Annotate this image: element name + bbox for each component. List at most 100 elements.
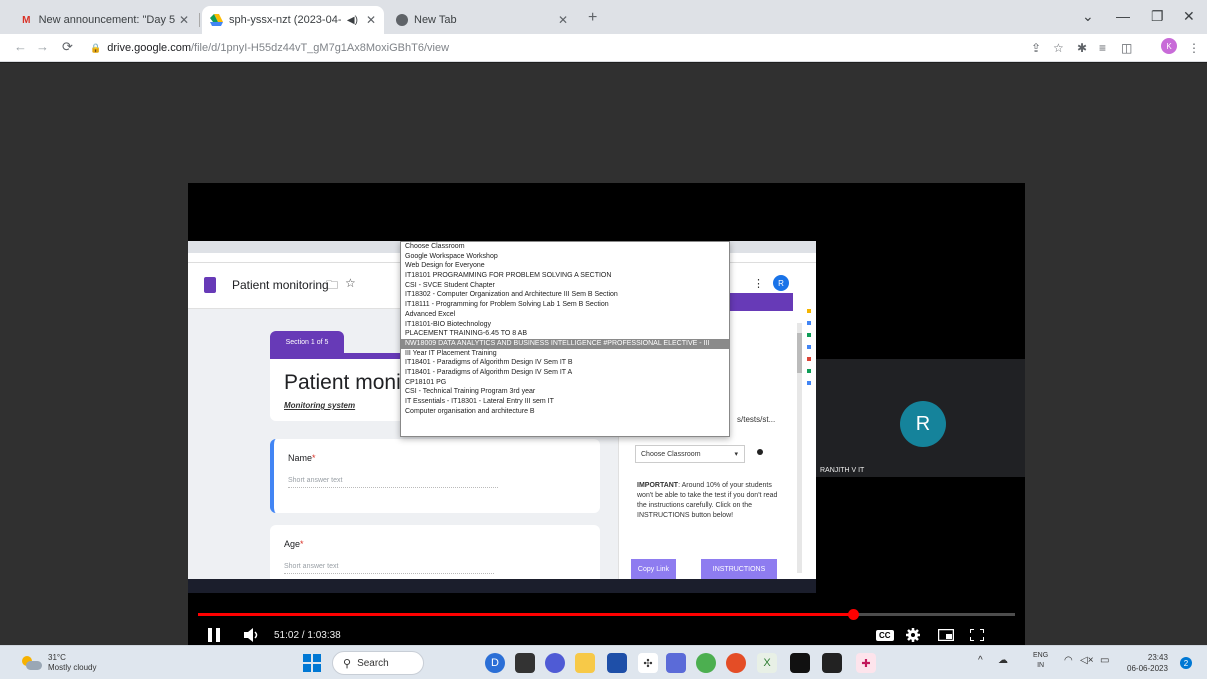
- tab-search-icon[interactable]: ⌄: [1082, 8, 1094, 25]
- participant-tile: R RANJITH V IT: [816, 359, 1025, 477]
- tab-newtab[interactable]: New Tab ✕: [388, 6, 576, 34]
- close-icon[interactable]: ✕: [558, 13, 568, 27]
- dropdown-option: Google Workspace Workshop: [405, 252, 498, 260]
- terminal-icon[interactable]: [790, 653, 810, 673]
- classroom-select: Choose Classroom ▾: [635, 445, 745, 463]
- extensions-icon[interactable]: ✱: [1077, 41, 1087, 55]
- dropdown-option: IT18111 - Programming for Problem Solvin…: [405, 301, 609, 309]
- section-badge: Section 1 of 5: [270, 331, 344, 353]
- browser-tab-strip: M New announcement: "Day 5 link ✕ sph-ys…: [0, 0, 1207, 34]
- system-clock[interactable]: 23:43 06-06-2023: [1127, 652, 1168, 674]
- speaker-icon[interactable]: ◁×: [1080, 655, 1094, 666]
- scrubber-handle[interactable]: [848, 609, 860, 620]
- fullscreen-icon[interactable]: [970, 623, 984, 647]
- close-icon[interactable]: ✕: [366, 13, 376, 27]
- captions-icon[interactable]: CC: [876, 623, 894, 647]
- file-explorer-icon[interactable]: [575, 653, 595, 673]
- kebab-menu-icon: ⋮: [753, 278, 764, 290]
- side-extension-strip: [802, 301, 816, 579]
- inner-taskbar: [188, 579, 816, 593]
- dropdown-option: Computer organisation and architecture B: [405, 407, 535, 415]
- volume-icon[interactable]: [244, 623, 260, 647]
- weather-widget[interactable]: 31°C Mostly cloudy: [20, 653, 96, 673]
- taskbar-search[interactable]: ⚲ Search: [332, 651, 424, 675]
- tab-gmail[interactable]: M New announcement: "Day 5 link ✕: [12, 6, 197, 34]
- network-alert-icon[interactable]: ☁: [998, 655, 1008, 666]
- video-player[interactable]: Patient monitoring 🗀 ☆ Section 1 of 5 Pa…: [188, 183, 1025, 653]
- pause-icon[interactable]: [208, 623, 220, 647]
- app-icon[interactable]: [822, 653, 842, 673]
- dropdown-option: Choose Classroom: [405, 243, 465, 250]
- windows-start-icon[interactable]: [303, 654, 321, 672]
- chevron-down-icon: ▾: [734, 451, 738, 458]
- dropdown-option: Web Design for Everyone: [405, 262, 485, 270]
- teams-chat-icon[interactable]: [545, 653, 565, 673]
- restore-icon[interactable]: ❐: [1151, 8, 1164, 25]
- teams-icon[interactable]: [666, 653, 686, 673]
- tab-drive[interactable]: sph-yssx-nzt (2023-04-27 11 ◀) ✕: [202, 6, 384, 34]
- progress-fill: [198, 613, 854, 616]
- kebab-menu-icon[interactable]: ⋮: [1188, 41, 1200, 55]
- task-view-icon[interactable]: [515, 653, 535, 673]
- avatar: R: [773, 275, 789, 291]
- profile-avatar[interactable]: K: [1161, 38, 1177, 54]
- notification-badge[interactable]: 2: [1180, 657, 1192, 669]
- side-panel-icon[interactable]: ◫: [1121, 41, 1132, 55]
- dropdown-option: CP18101 PG: [405, 378, 447, 386]
- bookmark-star-icon[interactable]: ☆: [1053, 41, 1064, 55]
- audio-icon[interactable]: ◀): [347, 15, 358, 26]
- chrome-icon: [396, 14, 408, 26]
- drive-video-viewer: Patient monitoring 🗀 ☆ Section 1 of 5 Pa…: [0, 63, 1207, 653]
- excel-icon[interactable]: X: [757, 653, 777, 673]
- forward-icon[interactable]: →: [36, 39, 49, 54]
- dropdown-option: Advanced Excel: [405, 310, 456, 318]
- answer-placeholder: Short answer text: [284, 563, 494, 574]
- dropdown-option: NW18009 DATA ANALYTICS AND BUSINESS INTE…: [401, 338, 729, 349]
- dropdown-option: IT18401 - Paradigms of Algorithm Design …: [405, 359, 573, 367]
- back-icon[interactable]: ←: [14, 39, 27, 54]
- chrome-taskbar-icon[interactable]: [696, 653, 716, 673]
- dropbox-icon[interactable]: ✣: [638, 653, 658, 673]
- weather-desc: Mostly cloudy: [48, 663, 97, 672]
- language-indicator[interactable]: ENG IN: [1033, 651, 1048, 671]
- share-icon[interactable]: ⇪: [1031, 41, 1041, 55]
- dropdown-option: IT18101-BIO Biotechnology: [405, 320, 491, 328]
- dropdown-option: IT18101 PROGRAMMING FOR PROBLEM SOLVING …: [405, 272, 612, 280]
- address-bar[interactable]: 🔒 drive.google.com /file/d/1pnyI-H55dz44…: [90, 38, 1020, 58]
- settings-gear-icon[interactable]: [906, 623, 920, 647]
- url-host: drive.google.com: [107, 42, 191, 54]
- url-path: /file/d/1pnyI-H55dz44vT_gM7g1Ax8MoxiGBhT…: [191, 42, 450, 54]
- dropdown-option: IT18401 - Paradigms of Algorithm Design …: [405, 368, 573, 376]
- tab-title: New announcement: "Day 5 link: [38, 14, 179, 26]
- question-card: Age* Short answer text: [270, 525, 600, 579]
- minimize-icon[interactable]: —: [1116, 8, 1130, 24]
- dropdown-option: CSI - SVCE Student Chapter: [405, 281, 495, 289]
- form-header-title: Patient monitoring: [232, 278, 329, 292]
- copy-link-button: Copy Link: [631, 559, 676, 579]
- video-progress-bar[interactable]: [198, 609, 1015, 620]
- chevron-up-icon[interactable]: ^: [978, 655, 983, 666]
- star-icon: ☆: [345, 276, 356, 290]
- dropdown-option: CSI - Technical Training Program 3rd yea…: [405, 388, 536, 396]
- forms-icon: [204, 277, 216, 293]
- gmail-icon: M: [22, 14, 31, 26]
- reading-list-icon[interactable]: ≡: [1099, 41, 1106, 55]
- pinned-app-icon[interactable]: ✚: [856, 653, 876, 673]
- window-close-icon[interactable]: ✕: [1183, 8, 1195, 25]
- time-display: 51:02 / 1:03:38: [274, 629, 341, 641]
- shared-screen: Patient monitoring 🗀 ☆ Section 1 of 5 Pa…: [188, 241, 816, 579]
- close-icon[interactable]: ✕: [179, 13, 189, 27]
- store-icon[interactable]: [607, 653, 627, 673]
- new-tab-icon[interactable]: +: [588, 9, 597, 27]
- participant-avatar: R: [900, 401, 946, 447]
- important-note: IMPORTANT: Around 10% of your students w…: [637, 482, 778, 519]
- battery-icon[interactable]: ▭: [1100, 655, 1109, 666]
- lock-icon: 🔒: [90, 42, 102, 53]
- firefox-icon[interactable]: [726, 653, 746, 673]
- widgets-icon[interactable]: D: [485, 653, 505, 673]
- reload-icon[interactable]: ⟳: [62, 39, 73, 55]
- tab-title: sph-yssx-nzt (2023-04-27 11: [229, 14, 341, 26]
- wifi-icon[interactable]: ◠: [1064, 655, 1073, 666]
- weather-temp: 31°C: [48, 653, 66, 662]
- miniplayer-icon[interactable]: [938, 623, 954, 647]
